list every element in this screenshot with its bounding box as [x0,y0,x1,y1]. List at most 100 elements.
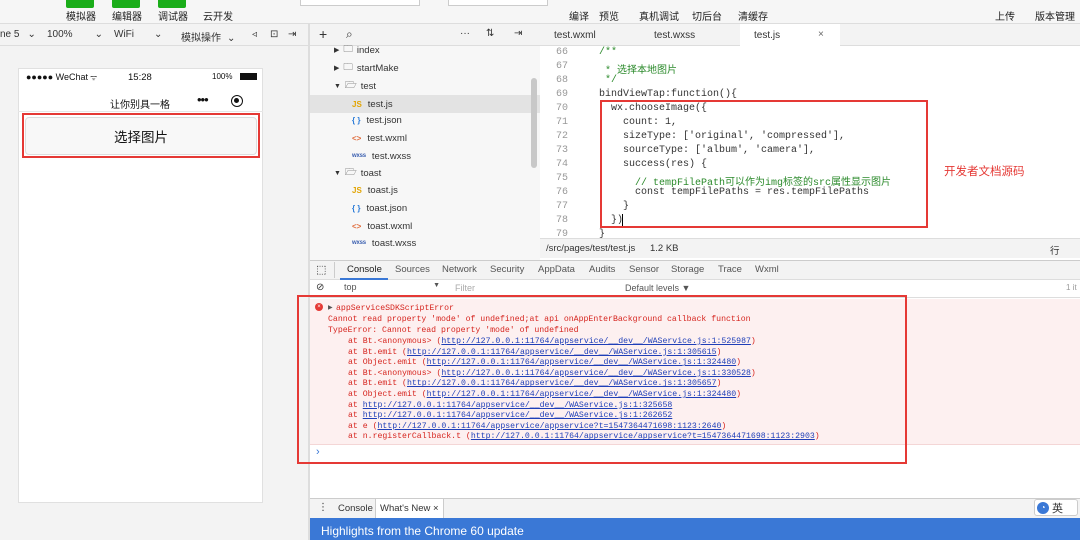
device-select[interactable]: ne 5 ⌄ [0,29,36,40]
devtools-tab-wxml[interactable]: Wxml [755,264,779,275]
js-file-icon: JS [352,99,362,109]
clear-cache-button[interactable]: 清缓存 [738,8,768,23]
cloud-dev-label[interactable]: 云开发 [203,8,233,23]
tree-label: toast.wxss [371,237,417,249]
filter-input[interactable]: Filter [455,283,605,293]
remote-debug-button[interactable]: 真机调试 [639,8,679,23]
sim-operation-select[interactable]: 模拟操作 ⌄ [181,29,235,44]
log-levels-select[interactable]: Default levels ▼ [625,283,690,293]
sim-op-value: 模拟操作 [181,33,221,44]
project-select[interactable] [300,0,420,6]
line-number: 77 [555,201,568,212]
drawer-menu-icon[interactable]: ⋮ [318,502,328,513]
status-battery: 100% [212,72,233,81]
status-time: 15:28 [128,72,152,83]
collapse-icon[interactable]: ⇥ [514,28,522,39]
tab-label: test.wxss [654,30,696,41]
devtools-tab-appdata[interactable]: AppData [538,264,575,275]
tree-file-test-json[interactable]: { } test.json [310,111,540,129]
tree-label: toast [360,167,382,179]
chevron-right-icon: ▶ [334,47,340,54]
devtools-tab-trace[interactable]: Trace [718,264,742,275]
console-highlight-box [297,295,907,464]
devtools-tab-sensor[interactable]: Sensor [629,264,659,275]
editor-toggle[interactable] [112,0,140,8]
tree-file-toast-wxss[interactable]: wxss toast.wxss [310,234,540,252]
tree-label: toast.json [366,202,408,214]
clear-console-icon[interactable]: ⊘ [316,282,324,293]
tab-test-wxml[interactable]: test.wxml [540,24,640,46]
json-file-icon: { } [352,203,361,213]
tree-folder-index[interactable]: ▶ 🗀 index [310,41,540,59]
tab-test-js[interactable]: test.js [740,24,840,47]
tree-folder-toast[interactable]: ▼ 🗁 toast [310,164,540,182]
wxml-file-icon: <> [352,133,362,143]
volume-icon[interactable]: ◃ [252,29,257,40]
status-path: /src/pages/test/test.js [546,243,636,254]
add-icon[interactable]: + [319,26,327,42]
simulator-toggle[interactable] [66,0,94,8]
highlights-text: Highlights from the Chrome 60 update [321,524,524,538]
tree-file-test-wxss[interactable]: wxss test.wxss [310,147,540,165]
folder-open-icon: 🗁 [344,167,357,178]
battery-icon [240,73,257,80]
status-carrier: ●●●●● WeChat [26,72,89,82]
tree-label: test.json [366,114,402,126]
inspect-icon[interactable]: ⬚ [316,263,326,276]
debugger-toggle[interactable] [158,0,186,8]
tree-folder-test[interactable]: ▼ 🗁 test [310,77,540,95]
tree-label: test.wxss [371,150,411,162]
context-value: top [344,282,357,292]
drawer-tab-whatsnew[interactable]: What's New × [375,499,444,518]
devtools-tab-sources[interactable]: Sources [395,264,430,275]
tree-file-toast-js[interactable]: JS toast.js [310,181,540,199]
detach-icon[interactable]: ⇥ [288,29,296,40]
devtools-tab-storage[interactable]: Storage [671,264,704,275]
sort-icon[interactable]: ⇅ [486,28,494,39]
devtools-tab-network[interactable]: Network [442,264,477,275]
network-select[interactable]: WiFi ⌄ [114,29,162,40]
devtools-tab-audits[interactable]: Audits [589,264,615,275]
editor-label[interactable]: 编辑器 [112,8,142,23]
devtools-tab-console[interactable]: Console [347,264,382,275]
dropdown-arrow-icon: ▼ [433,282,440,289]
tab-label: test.wxml [554,30,596,41]
tree-label: index [356,44,380,56]
tree-file-test-wxml[interactable]: <> test.wxml [310,129,540,147]
version-mgmt-button[interactable]: 版本管理 [1035,8,1075,23]
devtools-tab-security[interactable]: Security [490,264,524,275]
js-file-icon: JS [352,185,362,195]
ime-indicator[interactable]: ◔ 英 [1034,499,1078,516]
more-icon[interactable]: ••• [197,92,209,107]
line-number: 78 [555,215,568,226]
tab-test-wxss[interactable]: test.wxss [640,24,740,46]
ime-label: 英 [1052,502,1063,515]
line-number: 74 [555,159,568,170]
tree-file-toast-json[interactable]: { } toast.json [310,199,540,217]
debugger-label[interactable]: 调试器 [158,8,188,23]
upload-button[interactable]: 上传 [995,8,1015,23]
preview-button[interactable]: 预览 [599,8,619,23]
zoom-select[interactable]: 100% ⌄ [47,29,103,40]
drawer-tab-console[interactable]: Console [338,503,373,514]
compile-button[interactable]: 编译 [569,8,589,23]
line-number: 67 [555,61,568,72]
close-capsule-icon[interactable] [231,95,243,107]
window-icon[interactable]: ⊡ [270,29,278,40]
simulator-label[interactable]: 模拟器 [66,8,96,23]
context-select[interactable]: top ▼ [338,282,444,292]
background-button[interactable]: 切后台 [692,8,722,23]
search-icon[interactable]: ⌕ [346,27,353,42]
device-value: ne 5 [0,29,20,40]
wifi-icon: ᯤ [90,73,98,82]
tree-folder-startmake[interactable]: ▶ 🗀 startMake [310,59,540,77]
close-icon[interactable]: × [818,29,824,40]
tree-file-toast-wxml[interactable]: <> toast.wxml [310,217,540,235]
more-icon[interactable]: ··· [460,28,470,39]
line-number: 69 [555,89,568,100]
zoom-value: 100% [47,29,73,40]
compile-mode-select[interactable] [448,0,548,6]
chevron-right-icon: ▶ [334,65,340,72]
file-tree-scrollbar[interactable] [531,78,537,168]
tree-label: toast.js [367,184,398,196]
